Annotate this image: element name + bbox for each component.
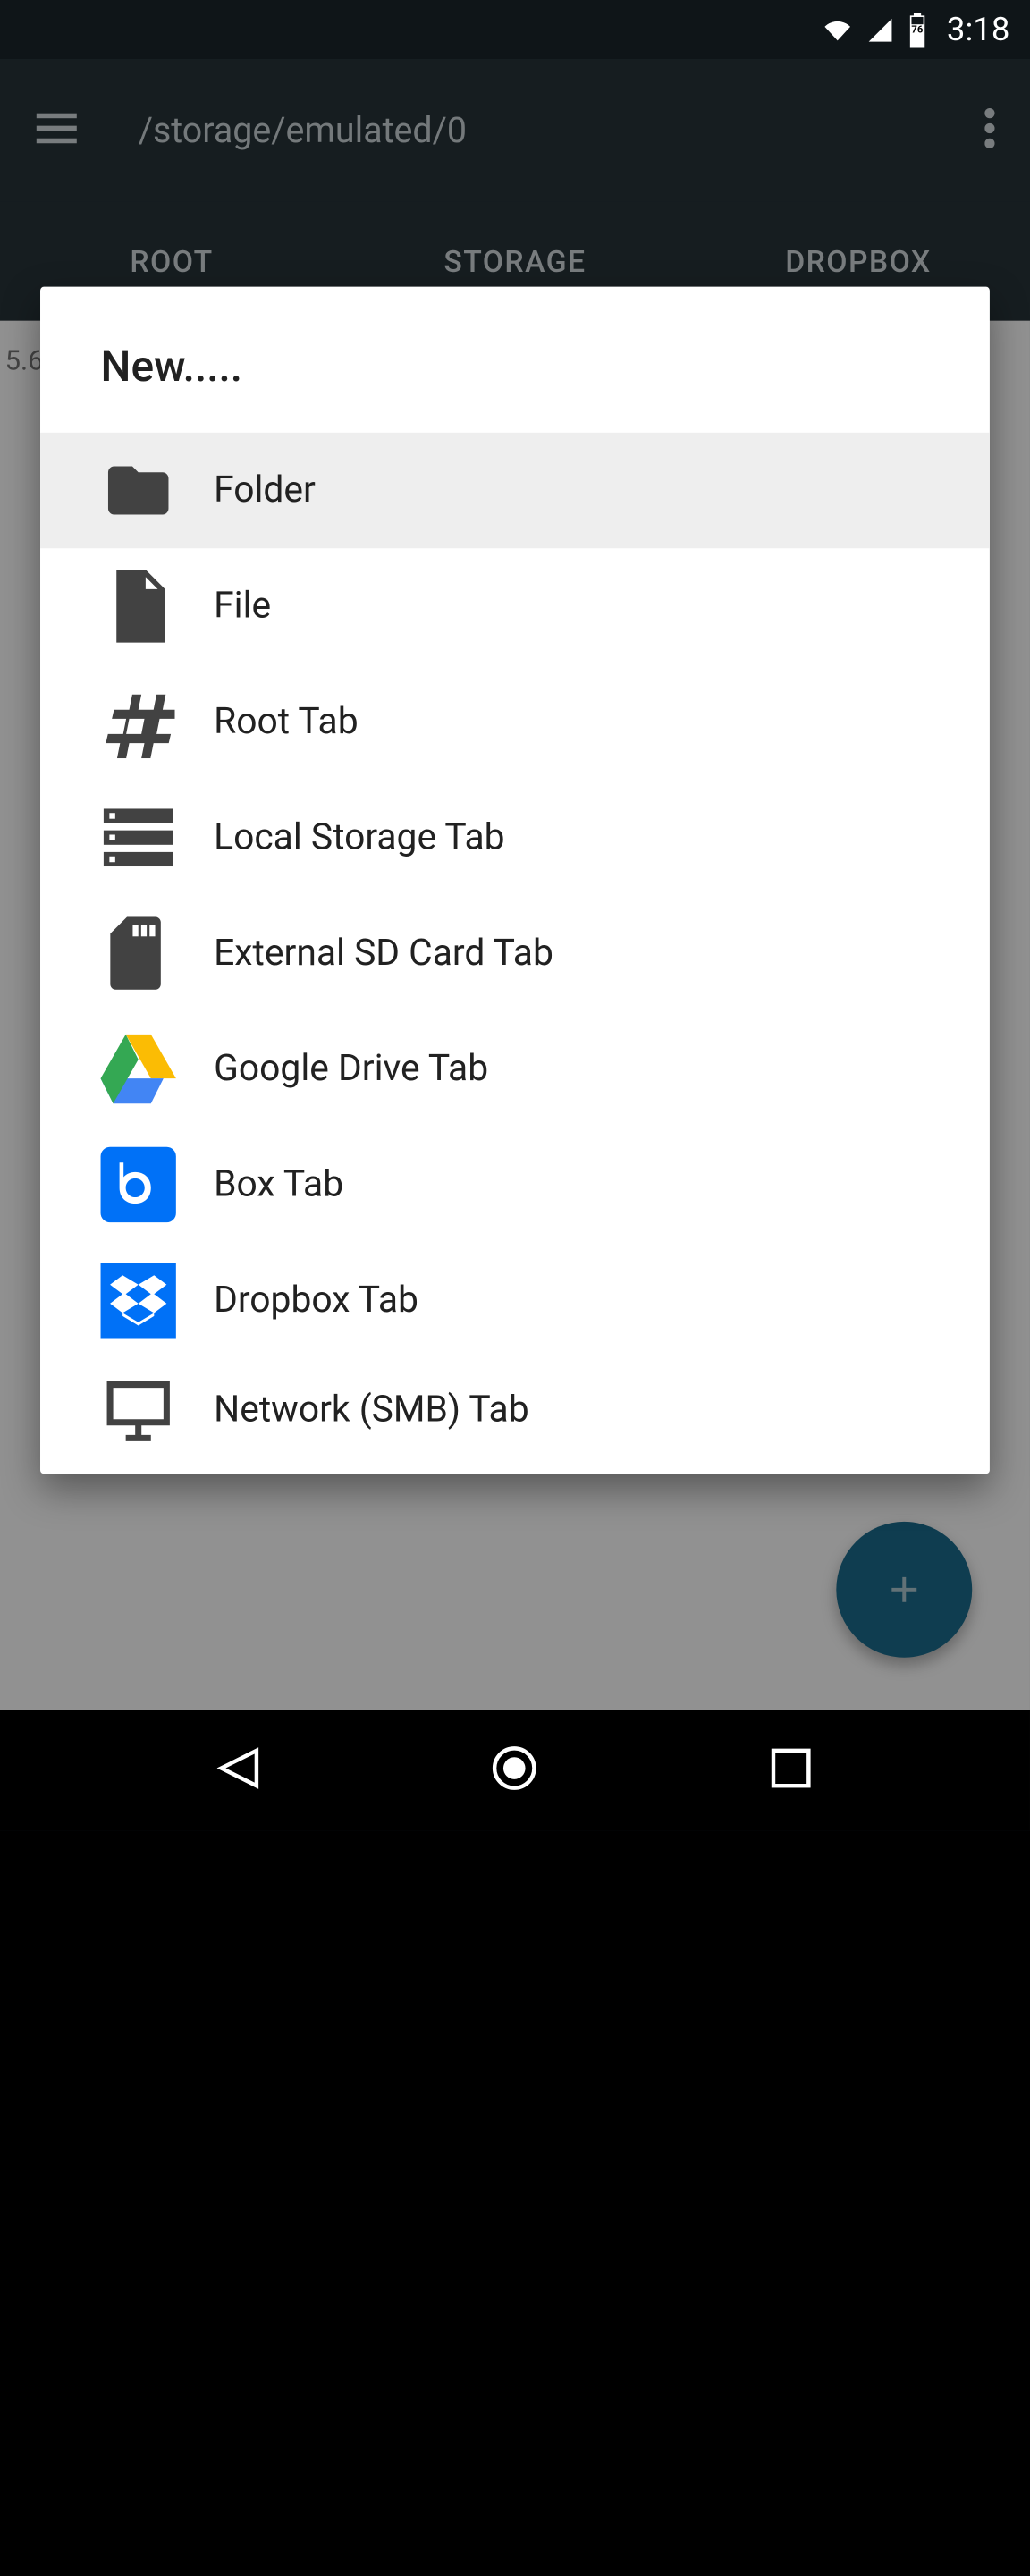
dialog-item-label: Dropbox Tab [214,1279,418,1322]
dialog-item-sd-card[interactable]: External SD Card Tab [40,895,990,1010]
nav-bar [0,1710,1030,1831]
google-drive-icon [101,1031,176,1106]
nav-back-button[interactable] [190,1719,288,1822]
network-icon [101,1372,176,1447]
status-bar: 76 3:18 [0,0,1030,59]
battery-level-text: 76 [911,24,923,36]
dialog-item-box[interactable]: Box Tab [40,1127,990,1242]
status-time: 3:18 [947,11,1010,48]
hash-icon [101,684,176,759]
dialog-item-file[interactable]: File [40,548,990,663]
dialog-list: Folder File Root Tab [40,433,990,1474]
dialog-item-label: External SD Card Tab [214,932,553,975]
box-icon [101,1147,176,1222]
dialog-title: New..... [40,287,990,433]
nav-recents-button[interactable] [742,1719,840,1822]
folder-icon [101,452,176,528]
file-icon [101,569,176,644]
new-dialog: New..... Folder File [40,287,990,1474]
dialog-item-label: Folder [214,469,316,512]
dialog-item-network[interactable]: Network (SMB) Tab [40,1358,990,1474]
dialog-item-root-tab[interactable]: Root Tab [40,664,990,780]
sd-card-icon [101,916,176,991]
storage-icon [101,800,176,875]
dialog-item-folder[interactable]: Folder [40,433,990,548]
cellular-signal-icon [865,16,895,44]
dialog-item-label: Google Drive Tab [214,1048,488,1091]
dropbox-icon [101,1263,176,1338]
dialog-item-dropbox[interactable]: Dropbox Tab [40,1243,990,1358]
dialog-item-label: File [214,585,271,628]
dialog-item-label: Network (SMB) Tab [214,1389,529,1432]
wifi-icon [820,16,855,44]
dialog-item-label: Local Storage Tab [214,816,504,859]
nav-home-button[interactable] [466,1719,564,1822]
dialog-item-label: Box Tab [214,1163,343,1206]
dialog-item-local-storage[interactable]: Local Storage Tab [40,780,990,895]
dialog-item-label: Root Tab [214,700,359,743]
dialog-item-google-drive[interactable]: Google Drive Tab [40,1011,990,1127]
battery-icon: 76 [905,12,929,46]
